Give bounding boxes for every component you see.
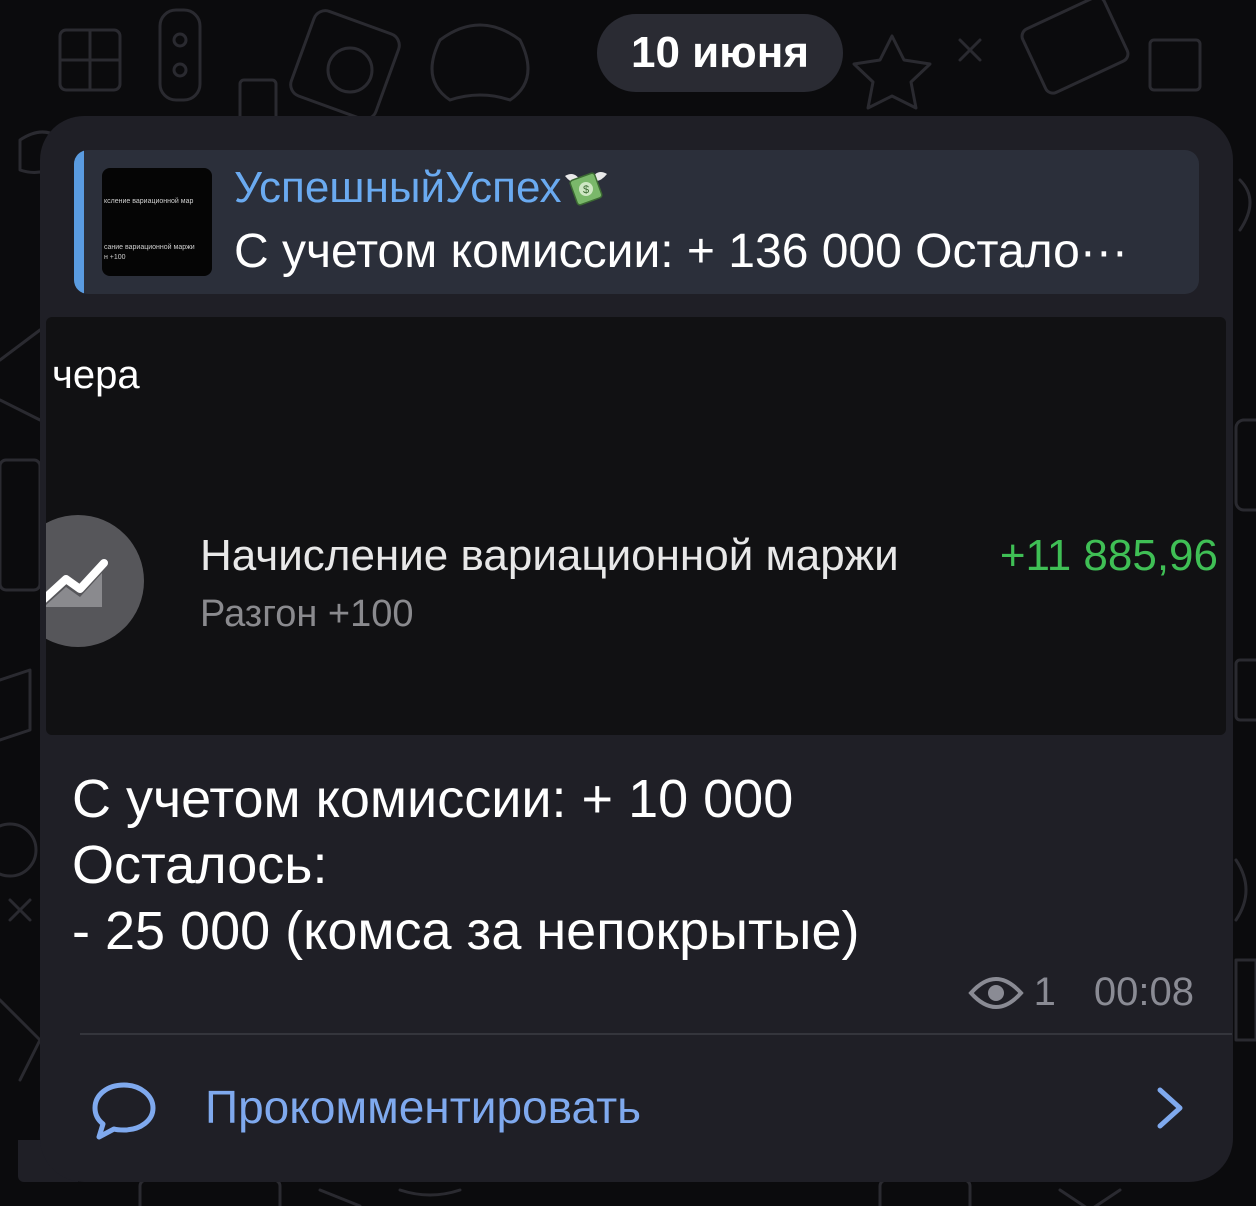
eye-icon xyxy=(967,976,1024,1009)
reply-accent-bar xyxy=(74,150,84,294)
comments-divider xyxy=(80,1033,1232,1035)
message-line: - 25 000 (комса за непокрытые) xyxy=(72,901,860,961)
thumbnail-text-line: сание вариационной маржи xyxy=(104,244,195,251)
reply-author[interactable]: УспешныйУспех $ xyxy=(234,162,609,213)
message-line: Осталось: xyxy=(72,835,328,895)
message-meta: 1 00:08 xyxy=(967,970,1194,1015)
trending-chart-icon xyxy=(46,559,108,607)
message-line: С учетом комиссии: + 10 000 xyxy=(72,769,794,829)
speech-bubble-icon[interactable] xyxy=(90,1080,158,1142)
operation-avatar xyxy=(46,515,144,647)
operation-subtitle: Разгон +100 xyxy=(200,593,414,635)
operation-title: Начисление вариационной маржи xyxy=(200,531,899,580)
operation-amount: +11 885,96 xyxy=(999,531,1218,580)
reply-preview[interactable]: ксление вариационной мар сание вариацион… xyxy=(74,150,1199,294)
reply-author-name: УспешныйУспех xyxy=(234,163,562,212)
photo-date-label: чера xyxy=(52,353,140,397)
money-with-wings-icon: $ xyxy=(565,172,608,206)
message-text: С учетом комиссии: + 10 000 Осталось: - … xyxy=(72,766,860,964)
chevron-right-icon[interactable] xyxy=(1154,1086,1186,1130)
thumbnail-text-line: н +100 xyxy=(104,254,126,261)
svg-text:$: $ xyxy=(583,184,589,196)
reply-preview-text: С учетом комиссии: + 136 000 Остало··· xyxy=(234,225,1128,278)
view-count: 1 xyxy=(1033,970,1056,1014)
comment-button[interactable]: Прокомментировать xyxy=(205,1080,641,1134)
date-separator: 10 июня xyxy=(597,14,843,92)
thumbnail-text-line: ксление вариационной мар xyxy=(104,198,194,205)
attached-photo[interactable]: чера Начисление вариационной маржи Разго… xyxy=(46,317,1226,735)
message-time: 00:08 xyxy=(1093,970,1194,1014)
reply-thumbnail: ксление вариационной мар сание вариацион… xyxy=(102,168,212,276)
